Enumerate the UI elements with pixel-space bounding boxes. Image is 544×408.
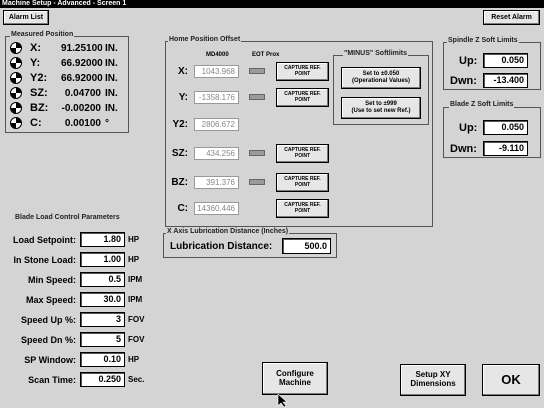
blade-z-limits-title: Blade Z Soft Limits	[449, 101, 515, 108]
eot-prox-indicator	[249, 94, 265, 100]
blade-param-unit: Sec.	[128, 375, 145, 384]
home-offset-field[interactable]: -1358.176	[194, 91, 239, 104]
measured-value: 91.25100	[61, 43, 103, 54]
measured-axis-label: BZ:	[30, 102, 49, 114]
home-axis-label: X:	[178, 66, 188, 77]
blade-param-label: Speed Dn %:	[20, 335, 76, 345]
lubrication-label: Lubrication Distance:	[170, 241, 273, 252]
measured-unit: IN.	[105, 103, 118, 114]
capture-ref-point-button[interactable]: CAPTURE REF. POINT	[276, 173, 329, 192]
capture-ref-point-button[interactable]: CAPTURE REF. POINT	[276, 199, 329, 218]
home-offset-field[interactable]: 434.256	[194, 147, 239, 160]
spindle-z-limits-title: Spindle Z Soft Limits	[447, 37, 519, 44]
home-axis-label: Y2:	[172, 119, 188, 130]
measured-axis-label: C:	[30, 117, 42, 129]
set-operational-values-button[interactable]: Set to ±0.050 (Operational Values)	[341, 67, 421, 89]
measured-unit: IN.	[105, 43, 118, 54]
blade-param-label: Min Speed:	[27, 275, 76, 285]
home-position-title: Home Position Offset	[168, 36, 242, 43]
spindle-dwn-label: Dwn:	[450, 75, 477, 87]
measured-axis-label: SZ:	[30, 87, 48, 99]
md4000-column-header: MD4000	[206, 52, 229, 58]
axis-indicator-icon	[10, 57, 22, 69]
measured-position-title: Measured Position	[10, 31, 75, 38]
blade-param-field[interactable]: 0.5	[80, 272, 125, 287]
spindle-up-field[interactable]: 0.050	[483, 53, 528, 68]
eot-prox-indicator	[249, 179, 265, 185]
capture-ref-point-button[interactable]: CAPTURE REF. POINT	[276, 88, 329, 107]
blade-param-field[interactable]: 1.80	[80, 232, 125, 247]
blade-param-label: Max Speed:	[25, 295, 76, 305]
spindle-up-label: Up:	[459, 55, 478, 67]
alarm-list-button[interactable]: Alarm List	[3, 10, 49, 25]
measured-value: 66.92000	[61, 73, 103, 84]
blade-param-label: Scan Time:	[28, 375, 76, 385]
measured-unit: °	[105, 118, 109, 129]
blade-param-label: SP Window:	[24, 355, 76, 365]
ok-button[interactable]: OK	[482, 364, 540, 396]
home-offset-field[interactable]: 2806.672	[194, 118, 239, 131]
lubrication-title: X Axis Lubrication Distance (Inches)	[166, 228, 290, 235]
home-axis-label: Y:	[178, 92, 188, 103]
home-offset-field[interactable]: 1043.968	[194, 65, 239, 78]
axis-indicator-icon	[10, 72, 22, 84]
blade-param-unit: IPM	[128, 275, 143, 284]
reset-alarm-button[interactable]: Reset Alarm	[483, 10, 540, 25]
axis-indicator-icon	[10, 42, 22, 54]
home-offset-field[interactable]: 391.376	[194, 176, 239, 189]
measured-value: 0.00100	[64, 118, 101, 129]
blade-param-field[interactable]: 0.10	[80, 352, 125, 367]
minus-softlimits-title: "MINUS" Softlimits	[343, 50, 409, 57]
measured-axis-label: Y2:	[30, 72, 48, 84]
blade-param-label: Speed Up %:	[20, 315, 76, 325]
eot-prox-column-header: EOT Prox	[252, 52, 280, 58]
blade-param-field[interactable]: 3	[80, 312, 125, 327]
eot-prox-indicator	[249, 150, 265, 156]
blade-param-label: In Stone Load:	[13, 255, 77, 265]
measured-unit: IN.	[105, 73, 118, 84]
measured-value: -0.00200	[61, 103, 101, 114]
blade-param-unit: HP	[128, 235, 140, 244]
home-offset-field[interactable]: 14360.446	[194, 202, 239, 215]
mouse-cursor-icon	[277, 393, 288, 408]
spindle-dwn-field[interactable]: -13.400	[483, 73, 528, 88]
blade-param-unit: FOV	[128, 335, 145, 344]
eot-prox-indicator	[249, 68, 265, 74]
configure-machine-button[interactable]: Configure Machine	[262, 362, 328, 395]
window-title: Machine Setup - Advanced - Screen 1	[0, 0, 544, 8]
lubrication-distance-field[interactable]: 500.0	[282, 238, 331, 254]
measured-unit: IN.	[105, 88, 118, 99]
set-new-ref-button[interactable]: Set to ±999 (Use to set new Ref.)	[341, 97, 421, 119]
blade-param-unit: HP	[128, 355, 140, 364]
capture-ref-point-button[interactable]: CAPTURE REF. POINT	[276, 144, 329, 163]
blade-param-unit: FOV	[128, 315, 145, 324]
blade-up-label: Up:	[459, 122, 478, 134]
home-axis-label: SZ:	[171, 148, 188, 159]
measured-value: 0.04700	[64, 88, 101, 99]
axis-indicator-icon	[10, 117, 22, 129]
axis-indicator-icon	[10, 102, 22, 114]
blade-dwn-label: Dwn:	[450, 143, 477, 155]
home-axis-label: C:	[177, 203, 188, 214]
blade-param-unit: IPM	[128, 295, 143, 304]
blade-up-field[interactable]: 0.050	[483, 120, 528, 135]
setup-xy-dimensions-button[interactable]: Setup XY Dimensions	[400, 364, 466, 396]
measured-axis-label: X:	[30, 42, 41, 54]
blade-param-field[interactable]: 1.00	[80, 252, 125, 267]
blade-param-field[interactable]: 0.250	[80, 372, 125, 387]
blade-dwn-field[interactable]: -9.110	[483, 141, 528, 156]
blade-param-unit: HP	[128, 255, 140, 264]
blade-load-title: Blade Load Control Parameters	[14, 214, 121, 221]
blade-param-field[interactable]: 30.0	[80, 292, 125, 307]
measured-value: 66.92000	[61, 58, 103, 69]
blade-param-field[interactable]: 5	[80, 332, 125, 347]
home-axis-label: BZ:	[171, 177, 188, 188]
axis-indicator-icon	[10, 87, 22, 99]
measured-unit: IN.	[105, 58, 118, 69]
measured-axis-label: Y:	[30, 57, 41, 69]
blade-param-label: Load Setpoint:	[13, 235, 76, 245]
capture-ref-point-button[interactable]: CAPTURE REF. POINT	[276, 62, 329, 81]
